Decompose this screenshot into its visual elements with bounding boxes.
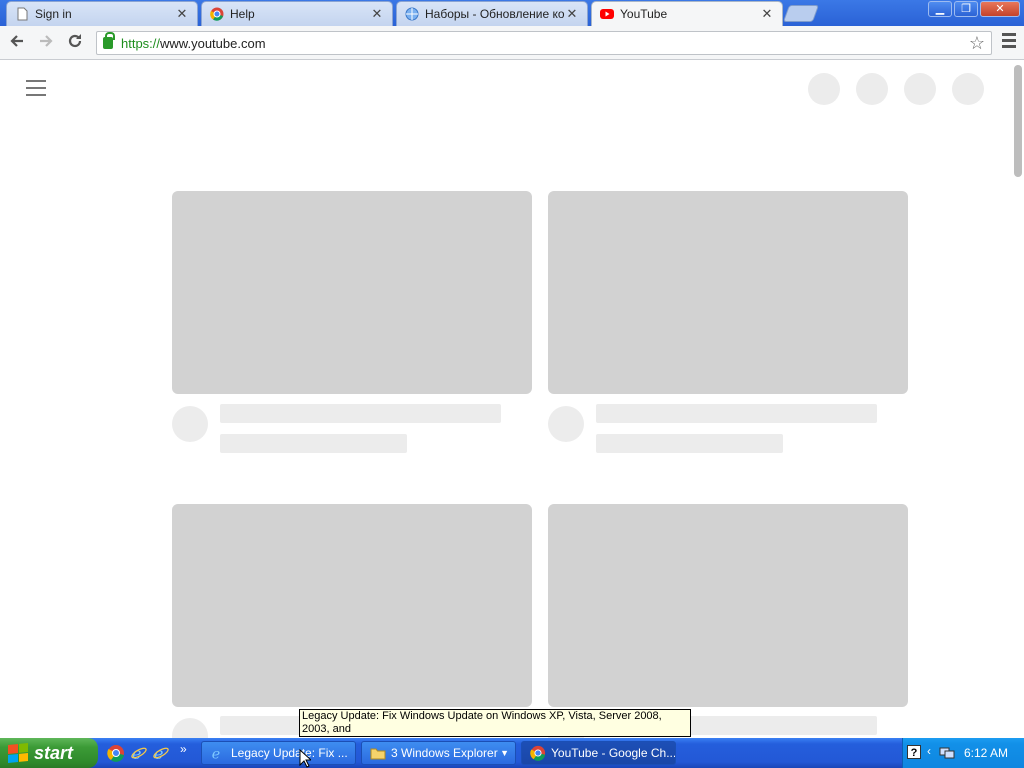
windows-logo-icon bbox=[8, 742, 28, 764]
lock-icon bbox=[103, 32, 115, 49]
folder-icon bbox=[370, 748, 386, 760]
minimize-button[interactable]: ▁ bbox=[928, 1, 952, 17]
title-line-placeholder bbox=[220, 404, 501, 423]
guide-menu-icon[interactable] bbox=[26, 80, 46, 101]
placeholder-circle bbox=[904, 73, 936, 105]
back-arrow-icon bbox=[10, 35, 23, 47]
meta-line-placeholder bbox=[596, 434, 783, 453]
tab-help[interactable]: Help ✕ bbox=[201, 1, 393, 26]
taskbar-button-youtube-chrome[interactable]: YouTube - Google Ch... bbox=[521, 741, 676, 765]
taskbar-button-label: 3 Windows Explorer bbox=[391, 746, 498, 760]
close-icon[interactable]: ✕ bbox=[175, 7, 189, 21]
mouse-cursor-icon bbox=[299, 749, 311, 768]
restore-button[interactable]: ❐ bbox=[954, 1, 978, 17]
title-line-placeholder bbox=[596, 404, 877, 423]
reload-icon bbox=[68, 34, 82, 48]
close-icon[interactable]: ✕ bbox=[760, 7, 774, 21]
chrome-icon bbox=[530, 745, 546, 761]
video-thumbnail-placeholder bbox=[172, 191, 532, 394]
globe-icon bbox=[405, 7, 419, 21]
tab-label: Help bbox=[230, 7, 255, 21]
taskbar-tooltip: Legacy Update: Fix Windows Update on Win… bbox=[299, 709, 691, 737]
placeholder-circle bbox=[952, 73, 984, 105]
scrollbar-thumb[interactable] bbox=[1014, 65, 1022, 177]
system-tray: ? ‹ 6:12 AM bbox=[902, 738, 1024, 768]
taskbar-button-windows-explorer[interactable]: 3 Windows Explorer ▼ bbox=[361, 741, 516, 765]
taskbar-button-label: Legacy Update: Fix ... bbox=[231, 746, 348, 760]
new-tab-button[interactable] bbox=[782, 5, 820, 22]
start-label: start bbox=[34, 742, 74, 763]
video-thumbnail-placeholder bbox=[172, 504, 532, 707]
start-button[interactable]: start bbox=[0, 738, 98, 768]
tab-youtube[interactable]: YouTube ✕ bbox=[591, 1, 783, 26]
channel-avatar-placeholder bbox=[172, 406, 208, 442]
back-button[interactable] bbox=[6, 32, 28, 54]
show-hidden-icons-chevron-icon[interactable]: ‹ bbox=[927, 744, 931, 758]
ie-icon[interactable]: e bbox=[152, 744, 170, 762]
document-icon bbox=[17, 7, 28, 21]
url-scheme: https:// bbox=[121, 35, 161, 51]
forward-button[interactable] bbox=[35, 32, 57, 54]
tab-nabory[interactable]: Наборы - Обновление корн ✕ bbox=[396, 1, 588, 26]
video-thumbnail-placeholder bbox=[548, 191, 908, 394]
tab-label: YouTube bbox=[620, 7, 668, 21]
help-icon[interactable]: ? bbox=[907, 745, 921, 759]
placeholder-circle bbox=[808, 73, 840, 105]
placeholder-circle bbox=[856, 73, 888, 105]
url-host: www.youtube.com bbox=[160, 35, 266, 51]
taskbar-button-legacy-update[interactable]: e Legacy Update: Fix ... bbox=[201, 741, 356, 765]
browser-titlebar: Sign in ✕ Help ✕ Наборы - Обновление кор… bbox=[0, 0, 1024, 26]
vertical-scrollbar[interactable] bbox=[1012, 61, 1024, 738]
youtube-icon bbox=[600, 9, 614, 19]
chrome-icon bbox=[210, 7, 224, 21]
chrome-menu-icon[interactable] bbox=[1002, 33, 1016, 51]
close-icon[interactable]: ✕ bbox=[565, 7, 579, 21]
address-bar[interactable]: https://www.youtube.com ☆ bbox=[96, 31, 992, 55]
network-icon[interactable] bbox=[939, 745, 955, 761]
svg-text:e: e bbox=[212, 746, 220, 761]
tab-sign-in[interactable]: Sign in ✕ bbox=[6, 1, 198, 26]
page-viewport bbox=[0, 61, 1024, 738]
windows-taskbar: start e e » e Legacy Update: Fix ... 3 W… bbox=[0, 738, 1024, 768]
chrome-icon[interactable] bbox=[107, 744, 125, 762]
url-text: https://www.youtube.com bbox=[121, 36, 266, 51]
meta-line-placeholder bbox=[220, 434, 407, 453]
reload-button[interactable] bbox=[64, 32, 86, 54]
quick-launch-chevron-icon[interactable]: » bbox=[180, 742, 187, 756]
bookmark-star-icon[interactable]: ☆ bbox=[969, 33, 985, 54]
close-icon[interactable]: ✕ bbox=[370, 7, 384, 21]
forward-arrow-icon bbox=[40, 35, 53, 47]
browser-toolbar: https://www.youtube.com ☆ bbox=[0, 26, 1024, 60]
ie-icon[interactable]: e bbox=[130, 744, 148, 762]
close-window-button[interactable]: ✕ bbox=[980, 1, 1020, 17]
video-thumbnail-placeholder bbox=[548, 504, 908, 707]
channel-avatar-placeholder bbox=[548, 406, 584, 442]
window-controls: ▁ ❐ ✕ bbox=[928, 1, 1020, 17]
channel-avatar-placeholder bbox=[172, 718, 208, 738]
ie-icon: e bbox=[212, 746, 220, 761]
tab-label: Наборы - Обновление корн bbox=[425, 7, 565, 21]
taskbar-button-label: YouTube - Google Ch... bbox=[551, 746, 676, 760]
clock[interactable]: 6:12 AM bbox=[964, 746, 1008, 760]
group-dropdown-icon[interactable]: ▼ bbox=[500, 748, 509, 758]
tab-label: Sign in bbox=[35, 7, 72, 21]
